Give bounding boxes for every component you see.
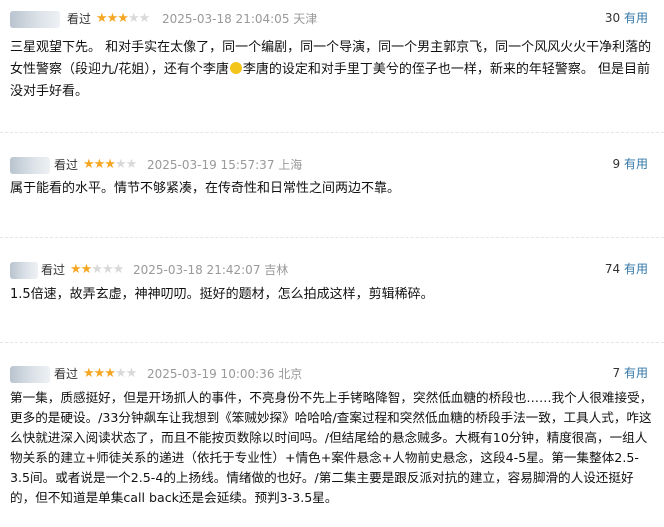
rating-stars: ★★★★★ xyxy=(83,365,137,382)
review-meta: 看过 ★★★★★ 2025-03-18 21:04:05 天津 30 有用 xyxy=(10,8,656,30)
divider xyxy=(0,342,664,343)
avatar[interactable] xyxy=(10,366,50,383)
star-icon: ★★ xyxy=(70,262,92,277)
review-timestamp: 2025-03-19 15:57:37 xyxy=(147,158,275,172)
divider xyxy=(0,237,664,238)
star-empty-icon: ★★ xyxy=(114,157,137,172)
review-timestamp: 2025-03-19 10:00:36 xyxy=(147,367,275,381)
watched-tag: 看过 xyxy=(54,158,79,172)
useful-count: 7 xyxy=(612,366,621,380)
review-location: 吉林 xyxy=(264,263,289,277)
review-meta: 看过 ★★★★★ 2025-03-19 10:00:36 北京 7 有用 xyxy=(10,363,656,385)
avatar[interactable] xyxy=(10,157,50,174)
review-time: 2025-03-19 10:00:36 北京 xyxy=(147,366,302,382)
rating-stars: ★★★★★ xyxy=(70,261,124,278)
useful-button[interactable]: 30 有用 xyxy=(605,10,648,27)
review-time: 2025-03-18 21:42:07 吉林 xyxy=(133,262,288,278)
useful-count: 9 xyxy=(612,157,621,171)
useful-button[interactable]: 9 有用 xyxy=(613,156,648,173)
review-time: 2025-03-18 21:04:05 天津 xyxy=(162,11,317,27)
review-meta: 看过 ★★★★★ 2025-03-18 21:42:07 吉林 74 有用 xyxy=(10,259,656,281)
watched-tag: 看过 xyxy=(67,12,92,26)
review-location: 北京 xyxy=(278,367,303,381)
rating-stars: ★★★★★ xyxy=(83,156,137,173)
useful-label: 有用 xyxy=(623,157,648,171)
review-time: 2025-03-19 15:57:37 上海 xyxy=(147,157,302,173)
useful-label: 有用 xyxy=(623,262,648,276)
watched-tag: 看过 xyxy=(41,263,66,277)
star-icon: ★★★ xyxy=(83,157,116,172)
review-content: 第一集，质感挺好，但是开场抓人的事件，不亮身份不先上手铐略降智，突然低血糖的桥段… xyxy=(10,390,653,505)
useful-label: 有用 xyxy=(623,366,648,380)
watched-tag: 看过 xyxy=(54,367,79,381)
review-content: 1.5倍速，故弄玄虚，神神叨叨。挺好的题材，怎么拍成这样，剪辑稀碎。 xyxy=(10,287,434,302)
avatar[interactable] xyxy=(10,11,60,28)
review-timestamp: 2025-03-18 21:04:05 xyxy=(162,12,290,26)
review-location: 上海 xyxy=(278,158,303,172)
useful-label: 有用 xyxy=(623,11,648,25)
useful-button[interactable]: 7 有用 xyxy=(613,365,648,382)
star-icon: ★★★ xyxy=(96,11,129,26)
review-content: 三星观望下先。 和对手实在太像了，同一个编剧，同一个导演，同一个男主郭京飞，同一… xyxy=(10,37,656,103)
review-meta: 看过 ★★★★★ 2025-03-19 15:57:37 上海 9 有用 xyxy=(10,154,656,176)
useful-button[interactable]: 74 有用 xyxy=(605,261,648,278)
review-content: 属于能看的水平。情节不够紧凑，在传奇性和日常性之间两边不靠。 xyxy=(10,181,401,196)
star-empty-icon: ★★ xyxy=(127,11,150,26)
review-timestamp: 2025-03-18 21:42:07 xyxy=(133,263,261,277)
divider xyxy=(0,132,664,133)
review-location: 天津 xyxy=(293,12,318,26)
avatar[interactable] xyxy=(10,262,38,279)
useful-count: 30 xyxy=(604,11,621,25)
star-empty-icon: ★★★ xyxy=(91,262,124,277)
rating-stars: ★★★★★ xyxy=(96,10,150,27)
grinning-face-emoji-icon xyxy=(229,62,242,74)
star-empty-icon: ★★ xyxy=(114,366,137,381)
useful-count: 74 xyxy=(604,262,621,276)
star-icon: ★★★ xyxy=(83,366,116,381)
